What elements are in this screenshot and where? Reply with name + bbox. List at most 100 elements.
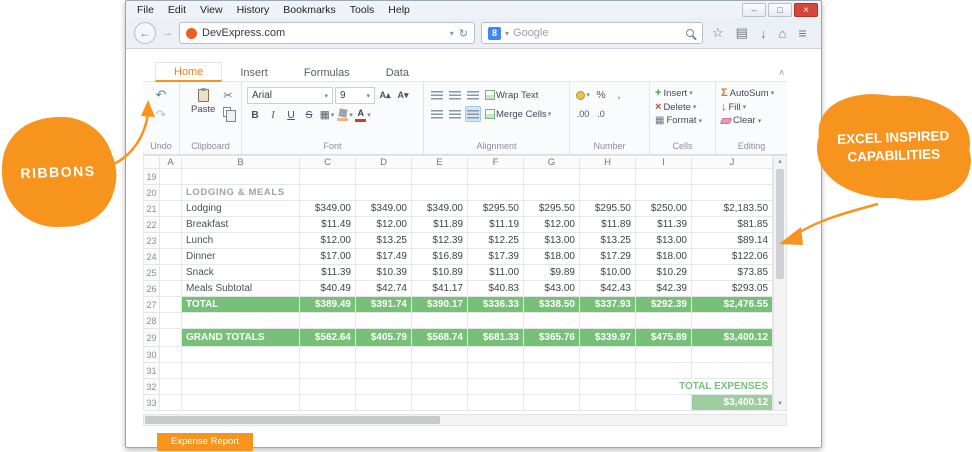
cell-A22[interactable] — [160, 217, 182, 233]
delete-cells-button[interactable]: Delete — [663, 102, 690, 113]
row-header-24[interactable]: 24 — [144, 249, 160, 265]
cell-J22[interactable]: $81.85 — [692, 217, 773, 233]
row-header-26[interactable]: 26 — [144, 281, 160, 297]
fill-color-button[interactable]: ▾ — [337, 107, 353, 123]
cell-C30[interactable] — [300, 347, 356, 363]
ribbon-tab-data[interactable]: Data — [368, 64, 427, 81]
cell-I21[interactable]: $250.00 — [636, 201, 692, 217]
col-header-D[interactable]: D — [356, 156, 412, 169]
font-family-select[interactable]: Arial ▾ — [247, 87, 333, 104]
cell-G32[interactable] — [524, 379, 580, 395]
col-header-H[interactable]: H — [580, 156, 636, 169]
cell-D32[interactable] — [356, 379, 412, 395]
cell-H20[interactable] — [580, 185, 636, 201]
decrease-decimal-button[interactable]: .0 — [593, 106, 609, 122]
cell-B29[interactable]: GRAND TOTALS — [182, 329, 300, 347]
bold-button[interactable]: B — [247, 107, 263, 123]
cell-E20[interactable] — [412, 185, 468, 201]
italic-button[interactable]: I — [265, 107, 281, 123]
cell-A27[interactable] — [160, 297, 182, 313]
cell-H22[interactable]: $11.89 — [580, 217, 636, 233]
row-header-22[interactable]: 22 — [144, 217, 160, 233]
cell-B32[interactable] — [182, 379, 300, 395]
cell-E27[interactable]: $390.17 — [412, 297, 468, 313]
cell-I31[interactable] — [636, 363, 692, 379]
col-header-E[interactable]: E — [412, 156, 468, 169]
menu-edit[interactable]: Edit — [161, 3, 193, 17]
cell-A24[interactable] — [160, 249, 182, 265]
cell-J25[interactable]: $73.85 — [692, 265, 773, 281]
cell-B28[interactable] — [182, 313, 300, 329]
sheet-tab-expense-report[interactable]: Expense Report — [157, 433, 253, 451]
align-left-button[interactable] — [429, 106, 445, 122]
paste-button[interactable]: Paste — [185, 87, 221, 141]
col-header-B[interactable]: B — [182, 156, 300, 169]
scroll-up-icon[interactable]: ▲ — [774, 156, 786, 168]
cell-G26[interactable]: $43.00 — [524, 281, 580, 297]
cell-E24[interactable]: $16.89 — [412, 249, 468, 265]
cell-C26[interactable]: $40.49 — [300, 281, 356, 297]
grow-font-icon[interactable]: A▴ — [377, 88, 393, 104]
comma-style-button[interactable]: , — [611, 87, 627, 103]
cell-G24[interactable]: $18.00 — [524, 249, 580, 265]
increase-decimal-button[interactable]: .00 — [575, 106, 591, 122]
row-header-29[interactable]: 29 — [144, 329, 160, 347]
hamburger-menu-icon[interactable]: ≡ — [795, 25, 809, 41]
cell-D30[interactable] — [356, 347, 412, 363]
col-header-I[interactable]: I — [636, 156, 692, 169]
align-bottom-button[interactable] — [465, 87, 481, 103]
cell-I26[interactable]: $42.39 — [636, 281, 692, 297]
cell-C21[interactable]: $349.00 — [300, 201, 356, 217]
cell-H21[interactable]: $295.50 — [580, 201, 636, 217]
cell-E23[interactable]: $12.39 — [412, 233, 468, 249]
percent-style-button[interactable]: % — [593, 87, 609, 103]
align-middle-button[interactable] — [447, 87, 463, 103]
cell-D33[interactable] — [356, 395, 412, 411]
cell-G19[interactable] — [524, 169, 580, 185]
cell-J27[interactable]: $2,476.55 — [692, 297, 773, 313]
cell-I22[interactable]: $11.39 — [636, 217, 692, 233]
cell-G28[interactable] — [524, 313, 580, 329]
cell-F19[interactable] — [468, 169, 524, 185]
cell-A19[interactable] — [160, 169, 182, 185]
ribbon-collapse-icon[interactable]: ∧ — [778, 67, 785, 78]
cell-F33[interactable] — [468, 395, 524, 411]
cell-H32[interactable] — [580, 379, 636, 395]
bookmarks-icon[interactable]: ▤ — [733, 25, 751, 41]
horizontal-scrollbar[interactable] — [143, 414, 787, 426]
align-right-button[interactable] — [465, 106, 481, 122]
cell-J19[interactable] — [692, 169, 773, 185]
cell-B24[interactable]: Dinner — [182, 249, 300, 265]
cell-A29[interactable] — [160, 329, 182, 347]
row-header-20[interactable]: 20 — [144, 185, 160, 201]
cell-F23[interactable]: $12.25 — [468, 233, 524, 249]
cell-E22[interactable]: $11.89 — [412, 217, 468, 233]
row-header-32[interactable]: 32 — [144, 379, 160, 395]
cell-A26[interactable] — [160, 281, 182, 297]
cell-H25[interactable]: $10.00 — [580, 265, 636, 281]
cell-G27[interactable]: $338.50 — [524, 297, 580, 313]
cell-F20[interactable] — [468, 185, 524, 201]
cell-E30[interactable] — [412, 347, 468, 363]
cell-C27[interactable]: $389.49 — [300, 297, 356, 313]
cell-J31[interactable] — [692, 363, 773, 379]
merge-cells-button[interactable]: Merge Cells ▾ — [483, 106, 553, 122]
cell-B31[interactable] — [182, 363, 300, 379]
shrink-font-icon[interactable]: A▾ — [395, 88, 411, 104]
row-header-31[interactable]: 31 — [144, 363, 160, 379]
wrap-text-button[interactable]: Wrap Text — [483, 87, 540, 103]
cell-C23[interactable]: $12.00 — [300, 233, 356, 249]
cell-B22[interactable]: Breakfast — [182, 217, 300, 233]
maximize-button[interactable]: □ — [768, 3, 792, 17]
cell-C28[interactable] — [300, 313, 356, 329]
cell-H24[interactable]: $17.29 — [580, 249, 636, 265]
cell-I23[interactable]: $13.00 — [636, 233, 692, 249]
scroll-down-icon[interactable]: ▼ — [774, 398, 786, 410]
cell-D21[interactable]: $349.00 — [356, 201, 412, 217]
cell-E19[interactable] — [412, 169, 468, 185]
cell-B33[interactable] — [182, 395, 300, 411]
cell-F30[interactable] — [468, 347, 524, 363]
row-header-27[interactable]: 27 — [144, 297, 160, 313]
cell-C32[interactable] — [300, 379, 356, 395]
row-header-23[interactable]: 23 — [144, 233, 160, 249]
